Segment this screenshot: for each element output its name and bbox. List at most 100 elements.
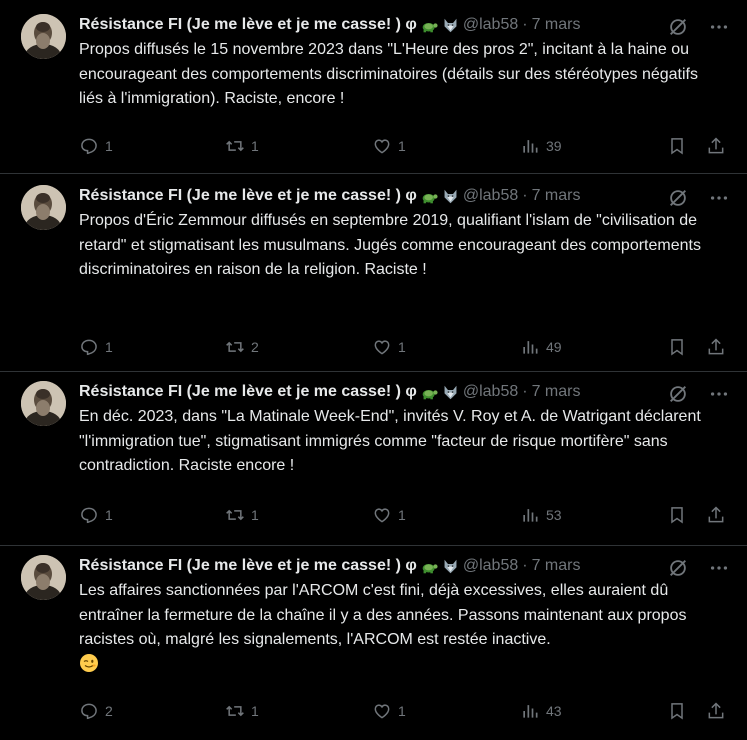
share-button[interactable] — [706, 334, 726, 360]
grok-icon[interactable] — [667, 187, 689, 209]
display-name[interactable]: Résistance FI (Je me lève et je me casse… — [79, 383, 417, 401]
separator-dot: · — [522, 557, 528, 574]
action-bar: 1 1 1 39 — [79, 133, 737, 159]
wolf-emoji — [444, 189, 457, 203]
share-icon — [708, 702, 724, 719]
tweet-header: Résistance FI (Je me lève et je me casse… — [79, 555, 733, 577]
views-button[interactable]: 39 — [520, 133, 562, 159]
tweet[interactable]: Résistance FI (Je me lève et je me casse… — [0, 0, 747, 174]
handle[interactable]: @lab58 — [463, 16, 518, 34]
grok-icon[interactable] — [667, 557, 689, 579]
avatar-portrait — [21, 381, 66, 426]
like-button[interactable]: 1 — [372, 133, 406, 159]
bookmark-button[interactable] — [667, 698, 687, 724]
share-button[interactable] — [706, 698, 726, 724]
separator-dot: · — [522, 16, 528, 33]
views-icon — [523, 140, 538, 153]
tweet-text: En déc. 2023, dans "La Matinale Week-End… — [79, 408, 706, 474]
bookmark-button[interactable] — [667, 334, 687, 360]
turtle-emoji — [422, 22, 438, 32]
tweet-header: Résistance FI (Je me lève et je me casse… — [79, 381, 733, 403]
display-name[interactable]: Résistance FI (Je me lève et je me casse… — [79, 187, 417, 205]
tweet[interactable]: Résistance FI (Je me lève et je me casse… — [0, 372, 747, 546]
retweet-icon — [226, 140, 244, 152]
tweet[interactable]: Résistance FI (Je me lève et je me casse… — [0, 546, 747, 740]
like-count: 1 — [398, 138, 406, 154]
share-icon — [708, 137, 724, 154]
more-icon[interactable] — [708, 187, 730, 209]
like-button[interactable]: 1 — [372, 698, 406, 724]
handle[interactable]: @lab58 — [463, 557, 518, 575]
share-icon — [708, 338, 724, 355]
timestamp[interactable]: 7 mars — [532, 187, 581, 205]
views-button[interactable]: 49 — [520, 334, 562, 360]
handle[interactable]: @lab58 — [463, 383, 518, 401]
avatar-portrait — [21, 14, 66, 59]
separator-dot: · — [522, 383, 528, 400]
avatar-portrait — [21, 555, 66, 600]
retweet-icon — [226, 705, 244, 717]
share-button[interactable] — [706, 133, 726, 159]
reply-button[interactable]: 1 — [79, 502, 113, 528]
reply-button[interactable]: 1 — [79, 334, 113, 360]
more-icon[interactable] — [708, 16, 730, 38]
avatar[interactable] — [21, 555, 66, 600]
like-count: 1 — [398, 507, 406, 523]
turtle-emoji — [422, 389, 438, 399]
tweet-content: Résistance FI (Je me lève et je me casse… — [79, 185, 733, 283]
reply-button[interactable]: 1 — [79, 133, 113, 159]
avatar[interactable] — [21, 381, 66, 426]
display-name[interactable]: Résistance FI (Je me lève et je me casse… — [79, 557, 417, 575]
action-bar: 2 1 1 43 — [79, 698, 737, 724]
wolf-emoji — [444, 559, 457, 573]
retweet-icon — [226, 341, 244, 353]
like-icon — [374, 139, 390, 154]
like-icon — [374, 704, 390, 719]
retweet-button[interactable]: 1 — [225, 698, 259, 724]
views-icon — [523, 705, 538, 718]
bookmark-button[interactable] — [667, 133, 687, 159]
bookmark-button[interactable] — [667, 502, 687, 528]
grok-icon[interactable] — [667, 383, 689, 405]
timestamp[interactable]: 7 mars — [532, 16, 581, 34]
retweet-button[interactable]: 2 — [225, 334, 259, 360]
display-name[interactable]: Résistance FI (Je me lève et je me casse… — [79, 16, 417, 34]
share-button[interactable] — [706, 502, 726, 528]
grok-icon[interactable] — [667, 16, 689, 38]
timestamp[interactable]: 7 mars — [532, 383, 581, 401]
tweet[interactable]: Résistance FI (Je me lève et je me casse… — [0, 174, 747, 372]
reply-button[interactable]: 2 — [79, 698, 113, 724]
more-icon[interactable] — [708, 557, 730, 579]
retweet-icon — [226, 509, 244, 521]
tweet-content: Résistance FI (Je me lève et je me casse… — [79, 555, 733, 678]
tweet-text: Propos d'Éric Zemmour diffusés en septem… — [79, 212, 706, 278]
reply-icon — [81, 138, 97, 155]
turtle-emoji — [422, 193, 438, 203]
views-button[interactable]: 43 — [520, 698, 562, 724]
bookmark-icon — [671, 339, 683, 356]
timestamp[interactable]: 7 mars — [532, 557, 581, 575]
bookmark-icon — [671, 703, 683, 720]
retweet-button[interactable]: 1 — [225, 133, 259, 159]
wolf-emoji — [444, 18, 457, 32]
views-count: 53 — [546, 507, 562, 523]
tweet-content: Résistance FI (Je me lève et je me casse… — [79, 14, 733, 112]
like-button[interactable]: 1 — [372, 502, 406, 528]
handle[interactable]: @lab58 — [463, 187, 518, 205]
retweet-button[interactable]: 1 — [225, 502, 259, 528]
retweet-count: 1 — [251, 507, 259, 523]
views-button[interactable]: 53 — [520, 502, 562, 528]
like-button[interactable]: 1 — [372, 334, 406, 360]
more-icon[interactable] — [708, 383, 730, 405]
tweet-header: Résistance FI (Je me lève et je me casse… — [79, 185, 733, 207]
like-count: 1 — [398, 703, 406, 719]
avatar[interactable] — [21, 14, 66, 59]
bookmark-icon — [671, 138, 683, 155]
separator-dot: · — [522, 187, 528, 204]
reply-icon — [81, 507, 97, 524]
views-count: 43 — [546, 703, 562, 719]
avatar[interactable] — [21, 185, 66, 230]
like-icon — [374, 508, 390, 523]
avatar-portrait — [21, 185, 66, 230]
tweet-text-body: Les affaires sanctionnées par l'ARCOM c'… — [79, 582, 691, 648]
